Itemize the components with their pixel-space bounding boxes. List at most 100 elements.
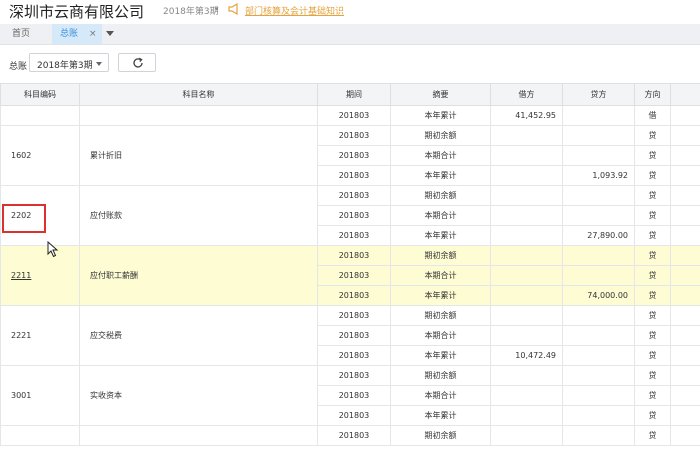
summary-cell: 期初余额 <box>390 365 491 386</box>
filler-cell <box>670 185 700 206</box>
filler-cell <box>670 205 700 226</box>
close-icon[interactable]: × <box>89 24 97 44</box>
filler-cell <box>670 385 700 406</box>
table-row[interactable]: 2202 应付账款 201803 期初余额贷 <box>0 185 700 246</box>
direction-cell: 贷 <box>634 145 671 166</box>
period-cell: 201803 <box>317 345 391 366</box>
summary-cell: 本期合计 <box>390 385 491 406</box>
filler-cell <box>670 425 700 446</box>
table-row[interactable]: 201803 期初余额 贷 <box>0 425 700 446</box>
debit-cell <box>490 285 563 306</box>
column-header[interactable]: 科目名称 <box>79 83 318 106</box>
column-header[interactable]: 贷方 <box>562 83 635 106</box>
period-cell: 201803 <box>317 365 391 386</box>
column-header-filler <box>670 83 700 106</box>
direction-cell: 贷 <box>634 285 671 306</box>
period-selector[interactable]: 2018年第3期 <box>163 4 219 17</box>
table-body: 201803 本年累计 41,452.95 借 1602 累计折旧 201803 期初余额贷 2… <box>0 105 700 446</box>
refresh-icon <box>133 57 143 68</box>
credit-cell: 1,093.92 <box>562 165 635 186</box>
account-code-cell <box>0 425 80 446</box>
credit-cell <box>562 425 635 446</box>
summary-cell: 期初余额 <box>390 305 491 326</box>
table-row[interactable]: 2221 应交税费 201803 期初余额贷 <box>0 305 700 366</box>
period-cell: 201803 <box>317 145 391 166</box>
credit-cell <box>562 325 635 346</box>
debit-cell <box>490 225 563 246</box>
ledger-table: 科目编码 科目名称 期间 摘要 借方 贷方 方向 201803 本年累计 41,45… <box>0 83 700 446</box>
period-cell: 201803 <box>317 165 391 186</box>
debit-cell <box>490 125 563 146</box>
column-header[interactable]: 期间 <box>317 83 391 106</box>
summary-cell: 本期合计 <box>390 325 491 346</box>
debit-cell <box>490 325 563 346</box>
tab-home[interactable]: 首页 <box>12 24 30 44</box>
table-row[interactable]: 1602 累计折旧 201803 期初余额贷 <box>0 125 700 186</box>
refresh-button[interactable] <box>118 53 156 72</box>
summary-cell: 本年累计 <box>390 165 491 186</box>
account-code-cell: 1602 <box>0 125 80 186</box>
account-name-cell: 应付账款 <box>79 185 318 246</box>
ledger-table-container[interactable]: 科目编码 科目名称 期间 摘要 借方 贷方 方向 201803 本年累计 41,45… <box>0 83 700 452</box>
summary-cell: 本年累计 <box>390 405 491 426</box>
column-header[interactable]: 科目编码 <box>0 83 80 106</box>
chevron-down-icon[interactable] <box>106 31 114 36</box>
credit-cell <box>562 205 635 226</box>
debit-cell <box>490 165 563 186</box>
account-name-cell <box>79 105 318 126</box>
summary-cell: 期初余额 <box>390 185 491 206</box>
direction-cell: 贷 <box>634 385 671 406</box>
filler-cell <box>670 405 700 426</box>
period-cell: 201803 <box>317 205 391 226</box>
account-code-cell[interactable]: 2211 <box>0 245 80 306</box>
filler-cell <box>670 345 700 366</box>
account-name-cell <box>79 425 318 446</box>
company-name: 深圳市云商有限公司 <box>9 3 145 21</box>
tab-bar: 首页 总账 × <box>0 24 700 45</box>
filler-cell <box>670 285 700 306</box>
period-cell: 201803 <box>317 225 391 246</box>
debit-cell <box>490 405 563 426</box>
summary-cell: 期初余额 <box>390 425 491 446</box>
period-cell: 201803 <box>317 265 391 286</box>
period-cell: 201803 <box>317 305 391 326</box>
summary-cell: 本期合计 <box>390 205 491 226</box>
direction-cell: 贷 <box>634 325 671 346</box>
period-cell: 201803 <box>317 285 391 306</box>
table-row[interactable]: 3001 实收资本 201803 期初余额贷 <box>0 365 700 426</box>
account-name-cell: 应交税费 <box>79 305 318 366</box>
direction-cell: 贷 <box>634 225 671 246</box>
column-header[interactable]: 摘要 <box>390 83 491 106</box>
credit-cell <box>562 265 635 286</box>
tab-label: 总账 <box>60 29 79 39</box>
tab-general-ledger[interactable]: 总账 × <box>52 24 102 44</box>
debit-cell <box>490 145 563 166</box>
debit-cell <box>490 205 563 226</box>
caret-down-icon <box>96 62 102 66</box>
caret-down-icon[interactable]: ▾ <box>215 5 219 13</box>
filler-cell <box>670 125 700 146</box>
debit-cell <box>490 245 563 266</box>
summary-cell: 本期合计 <box>390 145 491 166</box>
credit-cell <box>562 305 635 326</box>
column-header[interactable]: 方向 <box>634 83 671 106</box>
summary-cell: 期初余额 <box>390 245 491 266</box>
summary-cell: 本年累计 <box>390 345 491 366</box>
summary-cell: 本年累计 <box>390 225 491 246</box>
filler-cell <box>670 265 700 286</box>
notice-link[interactable]: 部门核算及会计基础知识 <box>245 4 344 17</box>
ledger-label: 总账 <box>9 62 28 72</box>
table-row[interactable]: 2211 应付职工薪酬 201803 期初余额贷 <box>0 245 700 306</box>
period-cell: 201803 <box>317 405 391 426</box>
direction-cell: 贷 <box>634 125 671 146</box>
period-select[interactable]: 2018年第3期 <box>29 53 109 72</box>
annotation-box <box>2 204 46 233</box>
period-cell: 201803 <box>317 125 391 146</box>
column-header[interactable]: 借方 <box>490 83 563 106</box>
direction-cell: 贷 <box>634 305 671 326</box>
credit-cell <box>562 145 635 166</box>
table-row[interactable]: 201803 本年累计 41,452.95 借 <box>0 105 700 126</box>
mouse-cursor-icon <box>47 241 59 258</box>
credit-cell <box>562 245 635 266</box>
credit-cell <box>562 385 635 406</box>
